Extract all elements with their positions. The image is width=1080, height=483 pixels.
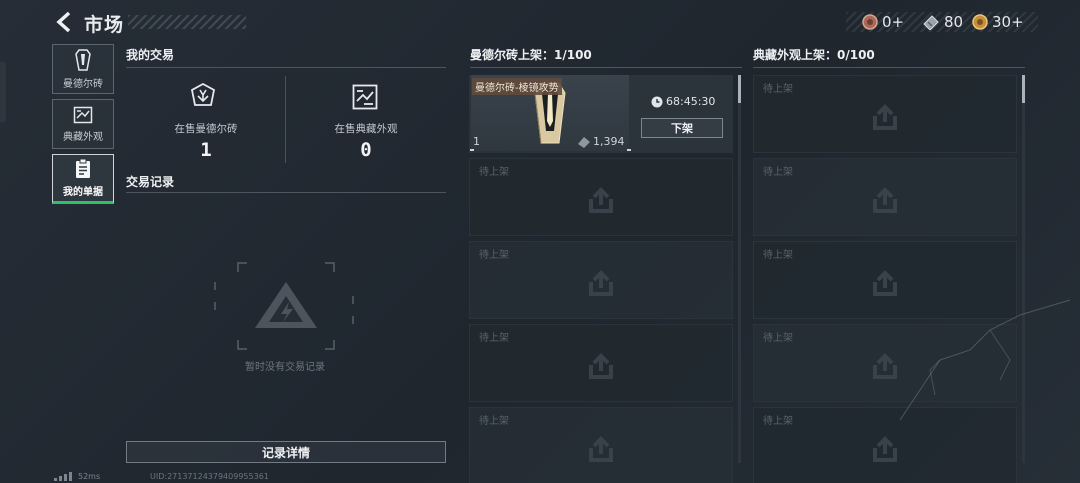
uid-text: UID:271371243794099553​61 xyxy=(150,472,269,481)
brick-listings-heading: 曼德尔砖上架：1/100 xyxy=(470,48,592,62)
empty-frame-side-right xyxy=(352,296,354,324)
pending-listing-label: 待上架 xyxy=(479,416,509,427)
left-edge-handle xyxy=(0,62,6,122)
upload-icon xyxy=(589,436,613,462)
back-arrow-icon xyxy=(56,11,71,33)
brick-listings-scrollbar[interactable] xyxy=(738,75,741,463)
corner-mark-right xyxy=(627,149,631,151)
upload-icon xyxy=(873,104,897,130)
ping-value: 52ms xyxy=(78,472,101,481)
medal-coin-icon xyxy=(862,14,878,30)
my-trades-heading: 我的交易 xyxy=(126,48,175,62)
brick-listing-empty-slot[interactable]: 待上架 xyxy=(469,407,733,483)
delist-button[interactable]: 下架 xyxy=(641,118,723,138)
pending-listing-label: 待上架 xyxy=(479,333,509,344)
pending-listing-label: 待上架 xyxy=(479,167,509,178)
clipboard-icon xyxy=(76,158,90,178)
collection-skin-icon xyxy=(73,106,93,123)
brick-listing-empty-slot[interactable]: 待上架 xyxy=(469,241,733,319)
tab-mandel-brick[interactable]: 曼德尔砖 xyxy=(52,44,114,94)
brick-on-sale-label: 在售曼德尔砖 xyxy=(174,123,238,135)
no-records-icon xyxy=(237,262,335,350)
ticket-icon xyxy=(923,15,939,30)
currency-gold-value: 30+ xyxy=(992,13,1024,31)
brick-listing-empty-slot[interactable]: 待上架 xyxy=(469,158,733,236)
brick-listings-scroll-thumb[interactable] xyxy=(738,75,741,103)
lightning-decoration xyxy=(899,299,1071,421)
empty-frame-side-left xyxy=(214,282,216,310)
item-timer: 68:45:30 xyxy=(651,95,715,108)
trade-records-divider xyxy=(126,192,446,193)
my-trades-divider xyxy=(126,67,446,68)
item-timer-value: 68:45:30 xyxy=(666,95,716,108)
skin-on-sale-label: 在售典藏外观 xyxy=(334,123,398,135)
mandel-brick-icon xyxy=(75,48,91,71)
no-records-text: 暂时没有交易记录 xyxy=(245,362,325,373)
pending-listing-label: 待上架 xyxy=(763,250,793,261)
skin-listings-scroll-thumb[interactable] xyxy=(1022,75,1025,103)
listed-item-card[interactable]: 曼德尔砖-棱镜攻势 1 1,394 68:45:30 下架 xyxy=(469,75,733,153)
skin-listing-empty-slot[interactable]: 待上架 xyxy=(753,158,1017,236)
signal-bars-icon xyxy=(54,472,72,481)
back-button[interactable] xyxy=(50,8,78,36)
pending-listing-label: 待上架 xyxy=(479,250,509,261)
brick-listing-empty-slot[interactable]: 待上架 xyxy=(469,324,733,402)
skin-stat-icon-wrap xyxy=(352,84,378,114)
ping-indicator: 52ms xyxy=(54,472,100,481)
tab-mandel-brick-label: 曼德尔砖 xyxy=(63,78,103,90)
brick-on-sale-count: 1 xyxy=(200,139,212,161)
upload-icon xyxy=(589,187,613,213)
skin-badge-icon xyxy=(352,84,378,110)
item-quantity: 1 xyxy=(473,135,480,148)
upload-icon xyxy=(873,187,897,213)
skin-listings-heading: 典藏外观上架：0/100 xyxy=(753,48,875,62)
pending-listing-label: 待上架 xyxy=(763,416,793,427)
upload-icon xyxy=(589,270,613,296)
skin-listings-divider xyxy=(753,67,1025,68)
record-details-button[interactable]: 记录详情 xyxy=(126,441,446,463)
brick-stat-icon-wrap xyxy=(190,82,216,113)
pending-listing-label: 待上架 xyxy=(763,84,793,95)
title-decoration xyxy=(128,15,246,29)
currency-medal-value: 0+ xyxy=(882,13,905,31)
currency-gold: 30+ xyxy=(972,12,1024,32)
tab-my-orders[interactable]: 我的单据 xyxy=(52,154,114,204)
currency-medal: 0+ xyxy=(862,12,904,32)
gold-coin-icon xyxy=(972,14,988,30)
ticket-icon xyxy=(578,136,590,148)
upload-icon xyxy=(589,353,613,379)
skin-on-sale-count: 0 xyxy=(360,139,372,161)
stats-divider xyxy=(285,76,286,163)
brick-listings-divider xyxy=(470,67,742,68)
skin-listing-empty-slot[interactable]: 待上架 xyxy=(753,75,1017,153)
trade-records-heading: 交易记录 xyxy=(126,175,175,189)
item-name-tag: 曼德尔砖-棱镜攻势 xyxy=(472,78,562,95)
tab-collection-skin-label: 典藏外观 xyxy=(63,131,103,143)
tab-my-orders-label: 我的单据 xyxy=(63,186,103,198)
pending-listing-label: 待上架 xyxy=(763,167,793,178)
currency-ticket-value: 80 xyxy=(944,13,964,31)
clock-icon xyxy=(651,96,663,107)
currency-ticket: 80 xyxy=(922,12,963,32)
tab-collection-skin[interactable]: 典藏外观 xyxy=(52,99,114,149)
pending-listing-label: 待上架 xyxy=(763,333,793,344)
item-price: 1,394 xyxy=(577,135,625,148)
page-title: 市场 xyxy=(84,14,125,36)
brick-badge-icon xyxy=(190,82,216,106)
corner-mark-left xyxy=(470,149,474,151)
item-price-value: 1,394 xyxy=(593,135,625,148)
